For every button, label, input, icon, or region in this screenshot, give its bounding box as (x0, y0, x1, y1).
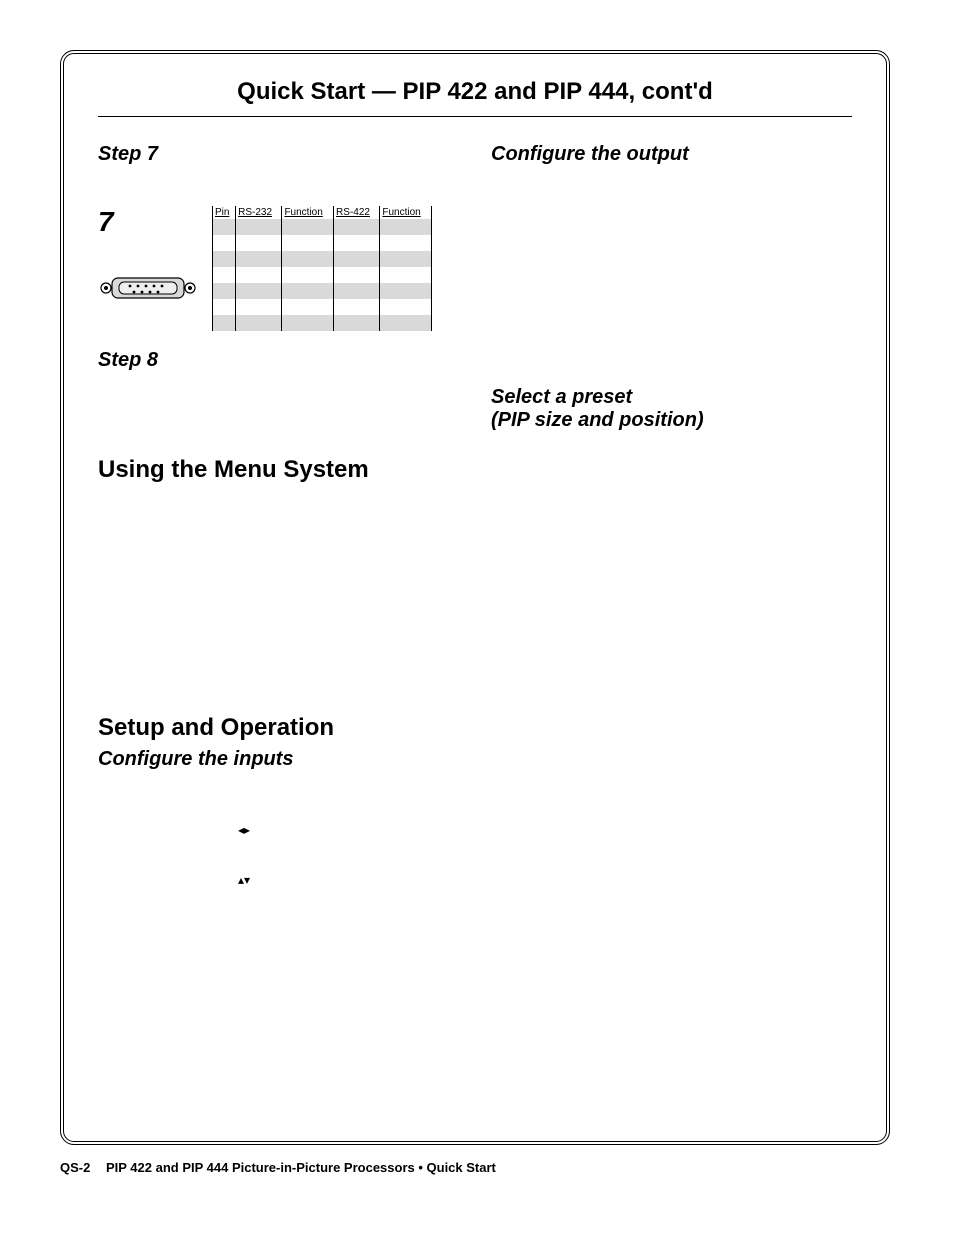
arrows-left-right-icon: ◂▸ (238, 821, 459, 839)
select-preset-heading-line1: Select a preset (491, 386, 852, 409)
col-func1: Function (282, 206, 334, 219)
step7-figure: 7 (98, 206, 459, 331)
table-header-row: Pin RS-232 Function RS-422 Function (213, 206, 432, 219)
arrows-up-down-icon: ▴▾ (238, 871, 459, 889)
col-pin: Pin (213, 206, 236, 219)
big-seven: 7 (98, 206, 198, 238)
db9-connector-icon (98, 272, 198, 309)
setup-operation-heading: Setup and Operation (98, 714, 459, 742)
footer-page-number: QS-2 (60, 1160, 90, 1175)
configure-output-heading: Configure the output (491, 143, 852, 166)
table-row (213, 315, 432, 331)
page-title: Quick Start — PIP 422 and PIP 444, cont'… (98, 78, 852, 117)
select-preset-heading-line2: (PIP size and position) (491, 409, 852, 432)
pin-function-table: Pin RS-232 Function RS-422 Function (212, 206, 432, 331)
step8-heading: Step 8 (98, 349, 459, 372)
col-func2: Function (380, 206, 432, 219)
two-column-layout: Step 7 7 (98, 139, 852, 889)
right-column: Configure the output Select a preset (PI… (475, 139, 852, 889)
table-row (213, 283, 432, 299)
configure-inputs-heading: Configure the inputs (98, 748, 459, 771)
table-row (213, 235, 432, 251)
table-row (213, 299, 432, 315)
step7-heading: Step 7 (98, 143, 459, 166)
page-frame: Quick Start — PIP 422 and PIP 444, cont'… (60, 50, 890, 1145)
table-row (213, 219, 432, 235)
page-footer: QS-2 PIP 422 and PIP 444 Picture-in-Pict… (60, 1160, 496, 1175)
col-rs232: RS-232 (236, 206, 282, 219)
footer-text: PIP 422 and PIP 444 Picture-in-Picture P… (106, 1160, 496, 1175)
step7-number-and-connector: 7 (98, 206, 198, 309)
table-row (213, 267, 432, 283)
table-row (213, 251, 432, 267)
menu-system-heading: Using the Menu System (98, 456, 459, 484)
left-column: Step 7 7 (98, 139, 475, 889)
col-rs422: RS-422 (334, 206, 380, 219)
